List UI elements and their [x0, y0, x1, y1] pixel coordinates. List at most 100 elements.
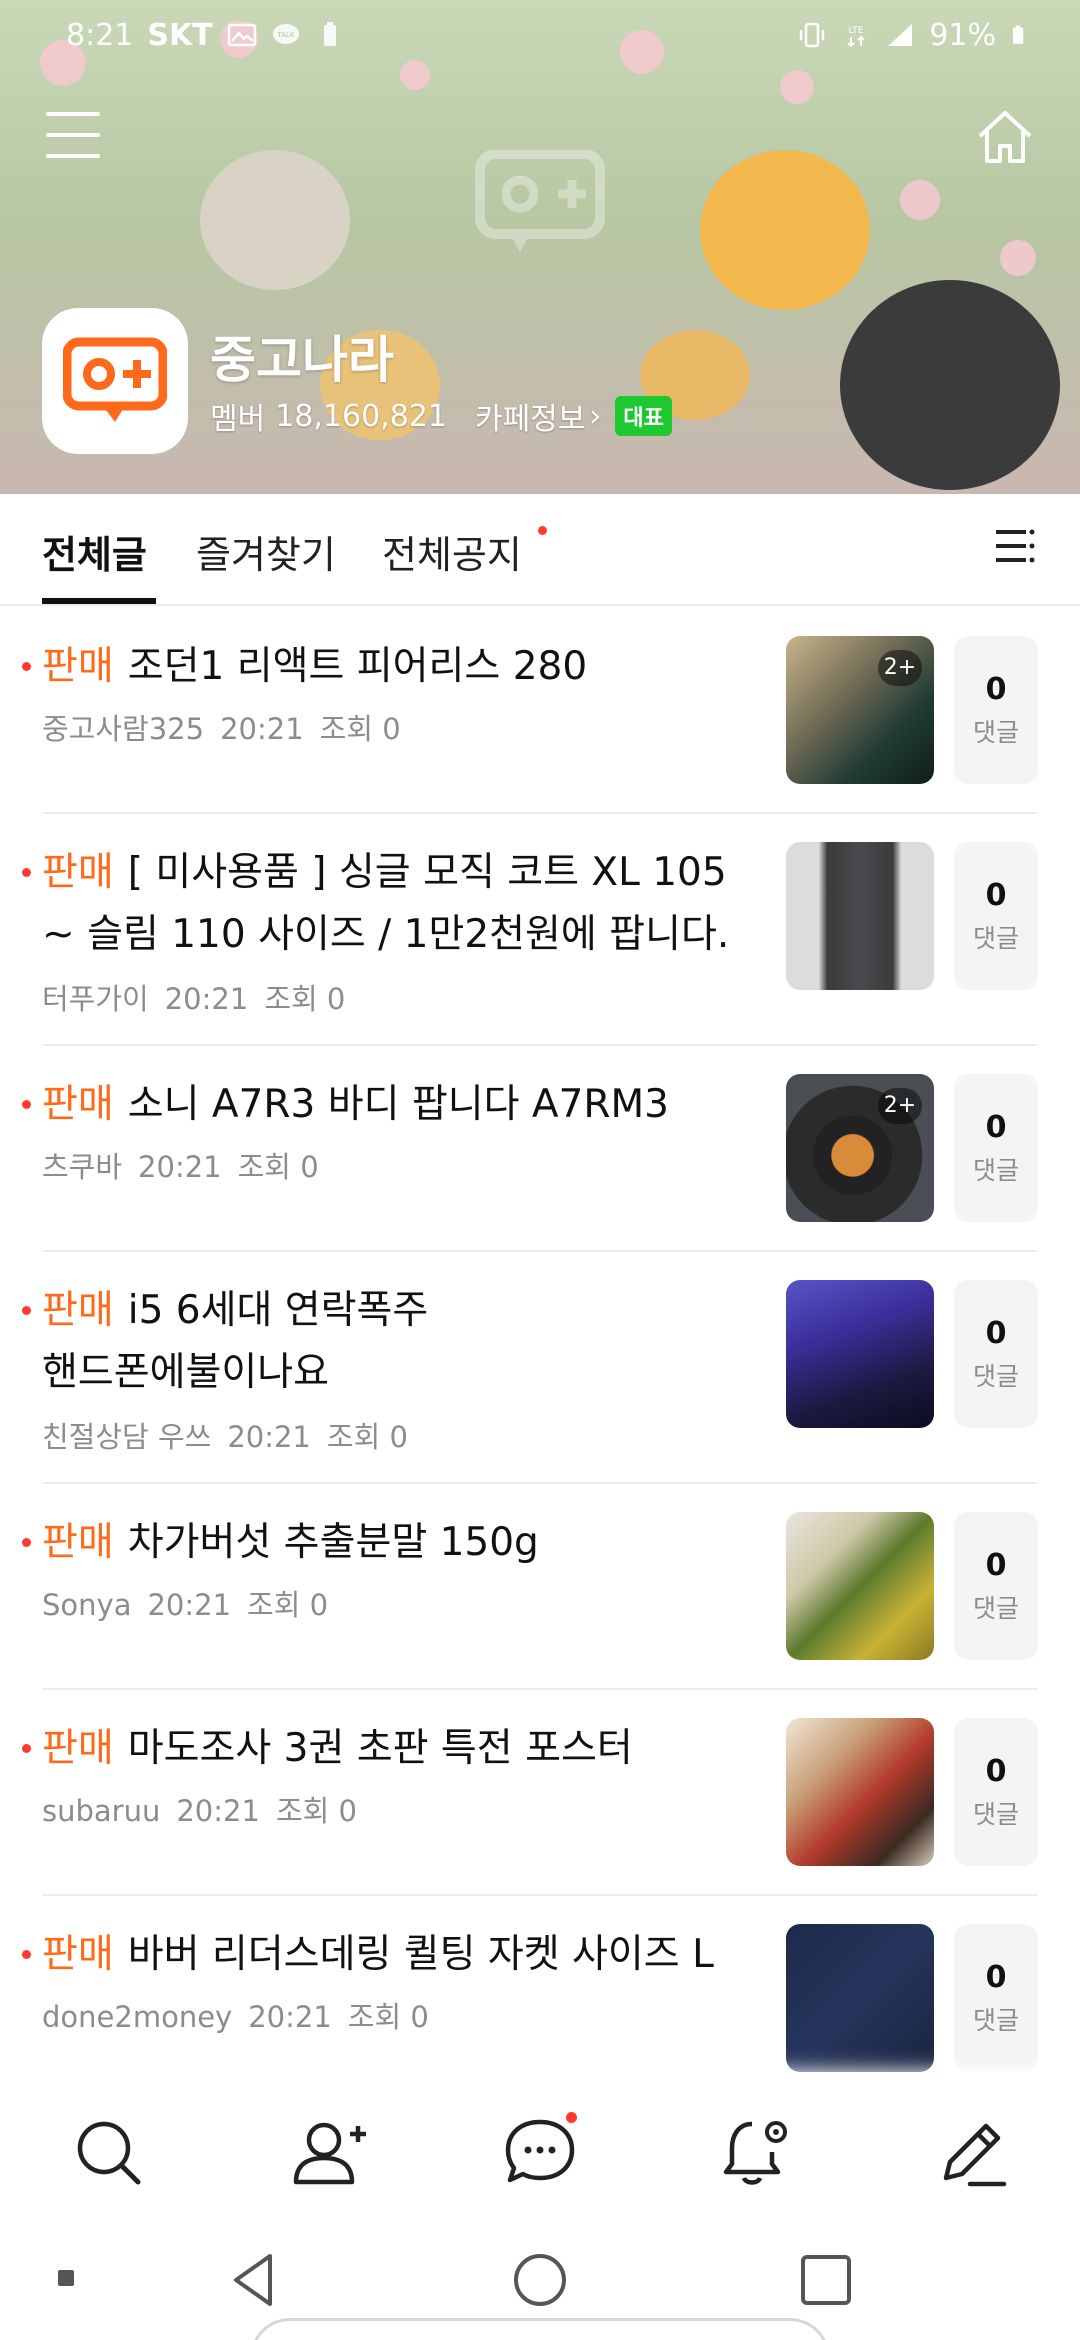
divider: [42, 1250, 1038, 1252]
comment-label: 댓글: [972, 1799, 1019, 1829]
bottom-nav: [0, 2082, 1080, 2216]
cat-character: [200, 150, 350, 290]
cafe-logo[interactable]: [42, 308, 188, 454]
article-title-text: 차가버섯 추출분말 150g: [127, 1520, 539, 1565]
article-views: 조회 0: [247, 1588, 329, 1622]
article-meta: 친절상담 우쓰 20:21 조회 0: [42, 1414, 424, 1456]
article-meta: done2money 20:21 조회 0: [42, 1994, 445, 2036]
comment-count-button[interactable]: 0 댓글: [954, 1718, 1038, 1866]
article-thumbnail[interactable]: [786, 1512, 934, 1660]
status-carrier: SKT: [147, 17, 213, 53]
article-author: 친절상담 우쓰: [42, 1420, 212, 1454]
article-title-line2: 핸드폰에불이나요: [42, 1350, 330, 1395]
article-thumbnail[interactable]: 2+: [786, 1074, 934, 1222]
search-icon[interactable]: [68, 2112, 148, 2192]
article-meta: 츠쿠바 20:21 조회 0: [42, 1144, 335, 1186]
article-meta: subaruu 20:21 조회 0: [42, 1788, 373, 1830]
tab-all-posts[interactable]: 전체글: [42, 524, 147, 579]
cafe-banner: 8:21 SKT TALK LTE 91% 중고나라 멤버 18,160,821…: [0, 0, 1080, 494]
new-post-dot: [22, 662, 31, 671]
list-view-icon[interactable]: [992, 526, 1036, 566]
member-label: 멤버: [210, 402, 266, 437]
list-item[interactable]: 판매 차가버섯 추출분말 150g Sonya 20:21 조회 0 0 댓글: [22, 1512, 1038, 1660]
blossom-decoration: [1000, 240, 1036, 276]
comment-count-button[interactable]: 0 댓글: [954, 1280, 1038, 1428]
home-circle-icon[interactable]: [510, 2250, 570, 2310]
home-icon[interactable]: [974, 108, 1036, 166]
article-author: done2money: [42, 2000, 233, 2034]
tab-notices[interactable]: 전체공지: [382, 524, 522, 579]
comment-count-button[interactable]: 0 댓글: [954, 842, 1038, 990]
overview-square-icon[interactable]: [796, 2250, 856, 2310]
comment-count-button[interactable]: 0 댓글: [954, 1924, 1038, 2072]
article-thumbnail[interactable]: 2+: [786, 636, 934, 784]
article-title-text: [ 미사용품 ] 싱글 모직 코트 XL 105 ~ 슬림 110 사이즈 / …: [42, 850, 730, 957]
write-icon[interactable]: [932, 2112, 1012, 2192]
kakaotalk-label: TALK: [276, 31, 294, 39]
divider: [42, 1044, 1038, 1046]
chevron-right-icon: ›: [589, 398, 602, 434]
new-post-dot: [22, 1538, 31, 1547]
article-title: 판매 바버 리더스데링 퀼팅 자켓 사이즈 L: [42, 1924, 762, 1986]
cafe-info-link[interactable]: 카페정보: [475, 394, 585, 438]
comment-count-button[interactable]: 0 댓글: [954, 636, 1038, 784]
cafe-name: 중고나라: [210, 331, 394, 389]
article-meta: Sonya 20:21 조회 0: [42, 1582, 344, 1624]
article-thumbnail[interactable]: [786, 1924, 934, 2072]
article-time: 20:21: [176, 1794, 260, 1828]
list-item[interactable]: 판매 바버 리더스데링 퀼팅 자켓 사이즈 L done2money 20:21 조회…: [22, 1924, 1038, 2072]
list-item[interactable]: 판매 마도조사 3권 초판 특전 포스터 subaruu 20:21 조회 0 0 댓…: [22, 1718, 1038, 1866]
article-time: 20:21: [138, 1150, 222, 1184]
kakaotalk-icon: TALK: [272, 24, 299, 44]
back-icon[interactable]: [226, 2250, 286, 2310]
article-thumbnail[interactable]: [786, 1718, 934, 1866]
add-member-icon[interactable]: [288, 2112, 368, 2192]
comment-count: 0: [985, 1109, 1007, 1145]
battery-icon: [1012, 25, 1024, 44]
new-post-dot: [22, 1306, 31, 1315]
gesture-handle: [250, 2318, 830, 2340]
article-thumbnail[interactable]: [786, 1280, 934, 1428]
article-title-text: 바버 리더스데링 퀼팅 자켓 사이즈 L: [127, 1932, 714, 1977]
article-title-text: 조던1 리액트 피어리스 280: [127, 644, 588, 689]
list-item[interactable]: 판매 조던1 리액트 피어리스 280 중고사람325 20:21 조회 0 2+ 0…: [22, 636, 1038, 784]
comment-label: 댓글: [972, 2005, 1019, 2035]
article-time: 20:21: [147, 1588, 232, 1622]
list-item[interactable]: 판매[ 미사용품 ] 싱글 모직 코트 XL 105 ~ 슬림 110 사이즈 …: [22, 842, 1038, 1016]
article-author: 츠쿠바: [42, 1150, 123, 1184]
recents-dot-icon[interactable]: [58, 2270, 74, 2286]
new-post-dot: [22, 1950, 31, 1959]
comment-label: 댓글: [972, 923, 1019, 953]
article-category: 판매: [42, 1520, 114, 1565]
list-item[interactable]: 판매 i5 6세대 연락폭주 핸드폰에불이나요 친절상담 우쓰 20:21 조회 0 …: [22, 1280, 1038, 1454]
article-thumbnail[interactable]: [786, 842, 934, 990]
bunny-character: [700, 150, 870, 310]
article-views: 조회 0: [275, 1794, 357, 1828]
hamburger-menu-icon[interactable]: [46, 112, 100, 158]
chat-icon[interactable]: [500, 2112, 580, 2192]
comment-count-button[interactable]: 0 댓글: [954, 1512, 1038, 1660]
new-post-dot: [22, 868, 31, 877]
signal-icon: [888, 24, 913, 46]
image-count-badge: 2+: [878, 650, 922, 686]
list-item[interactable]: 판매 소니 A7R3 바디 팝니다 A7RM3 츠쿠바 20:21 조회 0 2+ 0…: [22, 1074, 1038, 1222]
article-time: 20:21: [248, 2000, 332, 2034]
vibrate-icon: [800, 22, 825, 48]
cafe-watermark-logo: [475, 150, 605, 252]
article-category: 판매: [42, 1726, 114, 1771]
notification-settings-icon[interactable]: [716, 2112, 796, 2192]
article-views: 조회 0: [264, 982, 346, 1016]
divider: [42, 1688, 1038, 1690]
comment-label: 댓글: [972, 1593, 1019, 1623]
article-meta: 터푸가이 20:21 조회 0: [42, 976, 361, 1018]
article-time: 20:21: [220, 712, 304, 746]
new-post-dot: [22, 1744, 31, 1753]
lte-icon: LTE: [847, 26, 866, 48]
tab-favorites[interactable]: 즐겨찾기: [196, 524, 336, 579]
comment-count-button[interactable]: 0 댓글: [954, 1074, 1038, 1222]
article-meta: 중고사람325 20:21 조회 0: [42, 706, 417, 748]
comment-count: 0: [985, 1753, 1007, 1789]
article-views: 조회 0: [319, 712, 401, 746]
article-category: 판매: [42, 1288, 114, 1333]
article-list: 판매 조던1 리액트 피어리스 280 중고사람325 20:21 조회 0 2+ 0…: [0, 608, 1080, 2082]
